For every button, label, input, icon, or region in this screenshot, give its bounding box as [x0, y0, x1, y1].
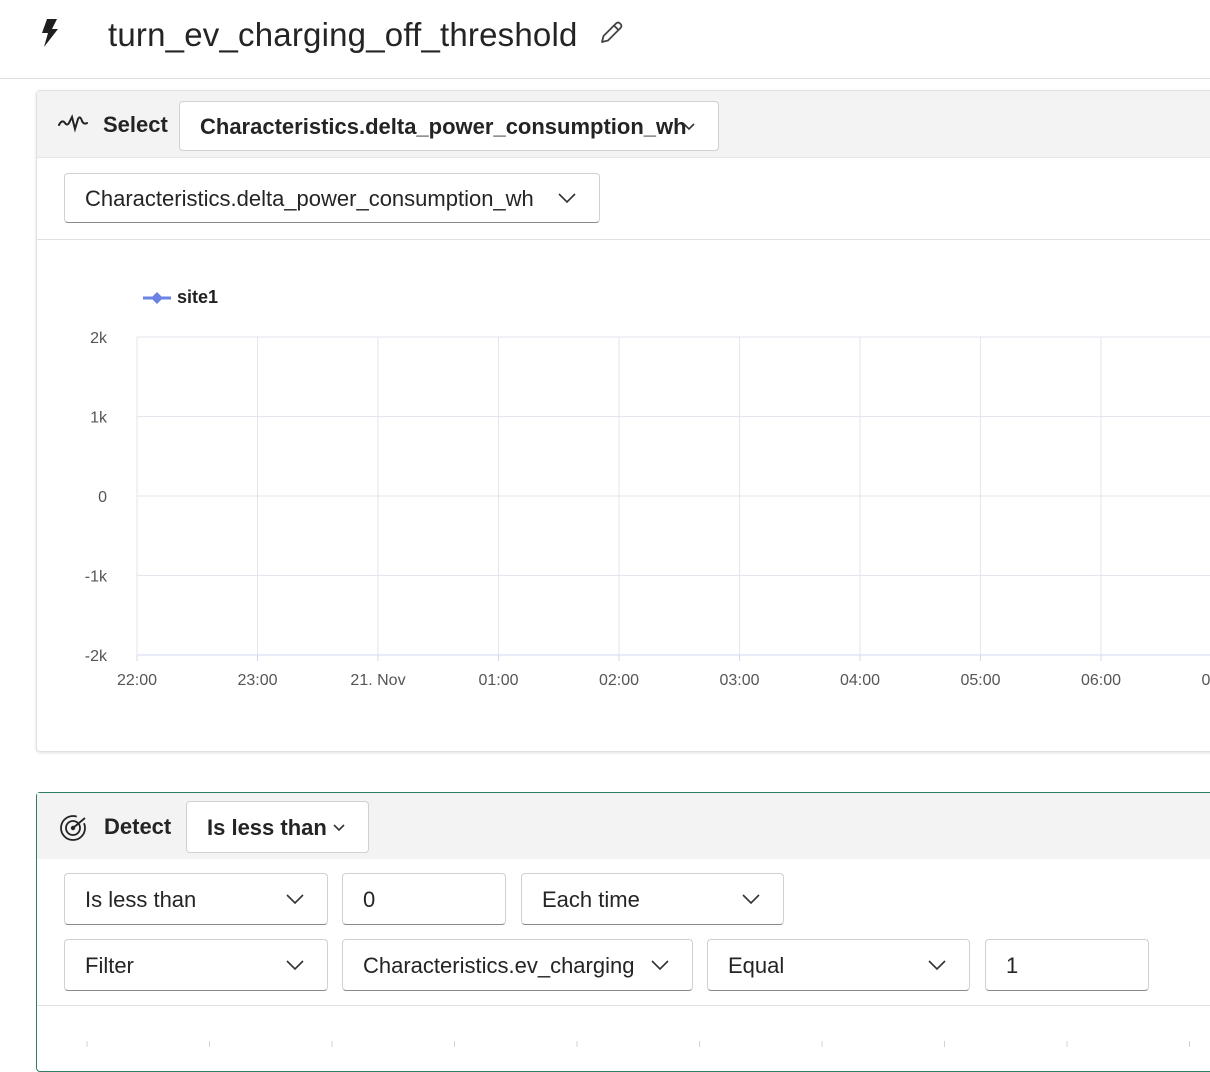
property-dropdown-value: Characteristics.delta_power_consumption_… — [200, 114, 687, 139]
pencil-icon[interactable] — [596, 18, 626, 48]
x-tick-label: 01:00 — [478, 672, 518, 689]
x-tick-label: 22:00 — [117, 672, 157, 689]
y-tick-label: 0 — [98, 489, 107, 506]
detect-label: Detect — [104, 814, 172, 839]
condition-dropdown[interactable]: Is less than — [186, 801, 369, 853]
select-label: Select — [103, 112, 168, 137]
threshold-value-input[interactable]: 0 — [342, 873, 506, 925]
y-tick-label: -1k — [85, 569, 108, 586]
threshold-value: 0 — [363, 887, 376, 912]
detect-card-header: Detect Is less than — [37, 793, 1210, 859]
x-tick-label: 05:00 — [960, 672, 1000, 689]
card-divider — [37, 1005, 1210, 1006]
radar-icon — [60, 815, 86, 841]
x-tick-label: 23:00 — [237, 672, 277, 689]
filter-type-dropdown[interactable]: Filter — [64, 939, 328, 991]
x-tick-label: 07:00 — [1201, 672, 1210, 689]
chevron-down-icon — [650, 940, 670, 990]
line-chart: 2k 1k 0 -1k -2k 22:00 23:00 21. Nov 01:00 02:00 03… — [85, 330, 1210, 689]
chevron-down-icon — [332, 802, 346, 852]
x-tick-label: 02:00 — [599, 672, 639, 689]
operator-dropdown[interactable]: Is less than — [64, 873, 328, 925]
chevron-down-icon — [682, 102, 696, 150]
signal-icon — [58, 114, 88, 133]
chevron-down-icon — [557, 174, 577, 222]
page-title: turn_ev_charging_off_threshold — [108, 16, 578, 53]
select-card-header: Select Characteristics.delta_power_consu… — [37, 91, 1210, 158]
filter-property-dropdown[interactable]: Characteristics.ev_charging — [342, 939, 693, 991]
page-header: turn_ev_charging_off_threshold — [0, 0, 1210, 79]
bolt-icon — [42, 19, 58, 47]
select-card: Select Characteristics.delta_power_consu… — [36, 90, 1210, 752]
frequency-dropdown[interactable]: Each time — [521, 873, 784, 925]
filter-value-input[interactable]: 1 — [985, 939, 1149, 991]
legend-marker-icon — [143, 292, 171, 304]
chevron-down-icon — [741, 874, 761, 924]
x-tick-label: 21. Nov — [350, 672, 405, 689]
card-divider — [37, 239, 1210, 240]
frequency-dropdown-value: Each time — [542, 887, 640, 912]
chevron-down-icon — [285, 940, 305, 990]
x-tick-label: 04:00 — [840, 672, 880, 689]
series-dropdown-value: Characteristics.delta_power_consumption_… — [85, 186, 534, 211]
y-tick-label: -2k — [85, 648, 108, 665]
filter-property-value: Characteristics.ev_charging — [363, 953, 635, 978]
filter-operator-dropdown[interactable]: Equal — [707, 939, 970, 991]
y-tick-label: 1k — [90, 410, 108, 427]
condition-dropdown-value: Is less than — [207, 815, 327, 840]
x-tick-label: 03:00 — [719, 672, 759, 689]
legend-series-name: site1 — [177, 287, 219, 307]
x-tick-label: 06:00 — [1081, 672, 1121, 689]
chevron-down-icon — [927, 940, 947, 990]
chevron-down-icon — [285, 874, 305, 924]
series-dropdown[interactable]: Characteristics.delta_power_consumption_… — [64, 173, 600, 223]
detect-card: Detect Is less than Is less than 0 Each … — [36, 792, 1210, 1072]
operator-dropdown-value: Is less than — [85, 887, 197, 912]
y-tick-label: 2k — [90, 330, 108, 347]
property-dropdown[interactable]: Characteristics.delta_power_consumption_… — [179, 101, 719, 151]
filter-type-value: Filter — [85, 953, 134, 978]
filter-operator-value: Equal — [728, 953, 785, 978]
filter-value: 1 — [1006, 953, 1019, 978]
